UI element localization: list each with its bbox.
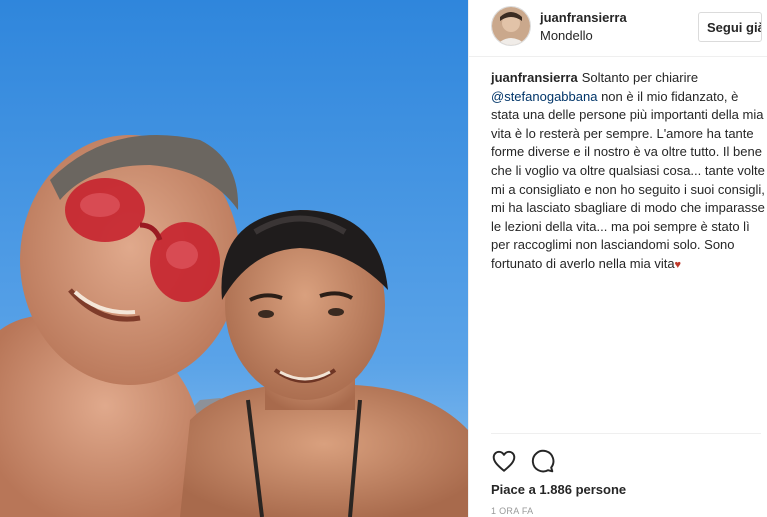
heart-emoji: ♥ xyxy=(674,258,682,271)
avatar[interactable] xyxy=(491,6,531,46)
like-button[interactable] xyxy=(491,448,517,474)
likes-count[interactable]: Piace a 1.886 persone xyxy=(491,482,626,497)
post-timestamp[interactable]: 1 ORA FA xyxy=(491,506,533,516)
caption-text-body: non è il mio fidanzato, è stata una dell… xyxy=(491,88,765,271)
actions-divider xyxy=(491,433,761,434)
comment-icon xyxy=(531,449,555,473)
comment-button[interactable] xyxy=(529,448,555,474)
post-header: juanfransierra Mondello Segui già xyxy=(469,0,767,57)
caption-username[interactable]: juanfransierra xyxy=(491,70,578,85)
post-details-panel: juanfransierra Mondello Segui già juanfr… xyxy=(468,0,767,517)
following-button[interactable]: Segui già xyxy=(698,12,762,42)
caption-mention-link[interactable]: @stefanogabbana xyxy=(491,89,597,104)
selfie-photo xyxy=(0,0,468,517)
header-username[interactable]: juanfransierra xyxy=(540,10,627,25)
post-caption: juanfransierra Soltanto per chiarire @stef… xyxy=(491,69,766,275)
post-photo[interactable] xyxy=(0,0,468,517)
heart-icon xyxy=(492,450,516,472)
caption-text-start: Soltanto per chiarire xyxy=(581,70,699,85)
avatar-photo-icon xyxy=(492,7,530,45)
header-location[interactable]: Mondello xyxy=(540,28,593,43)
